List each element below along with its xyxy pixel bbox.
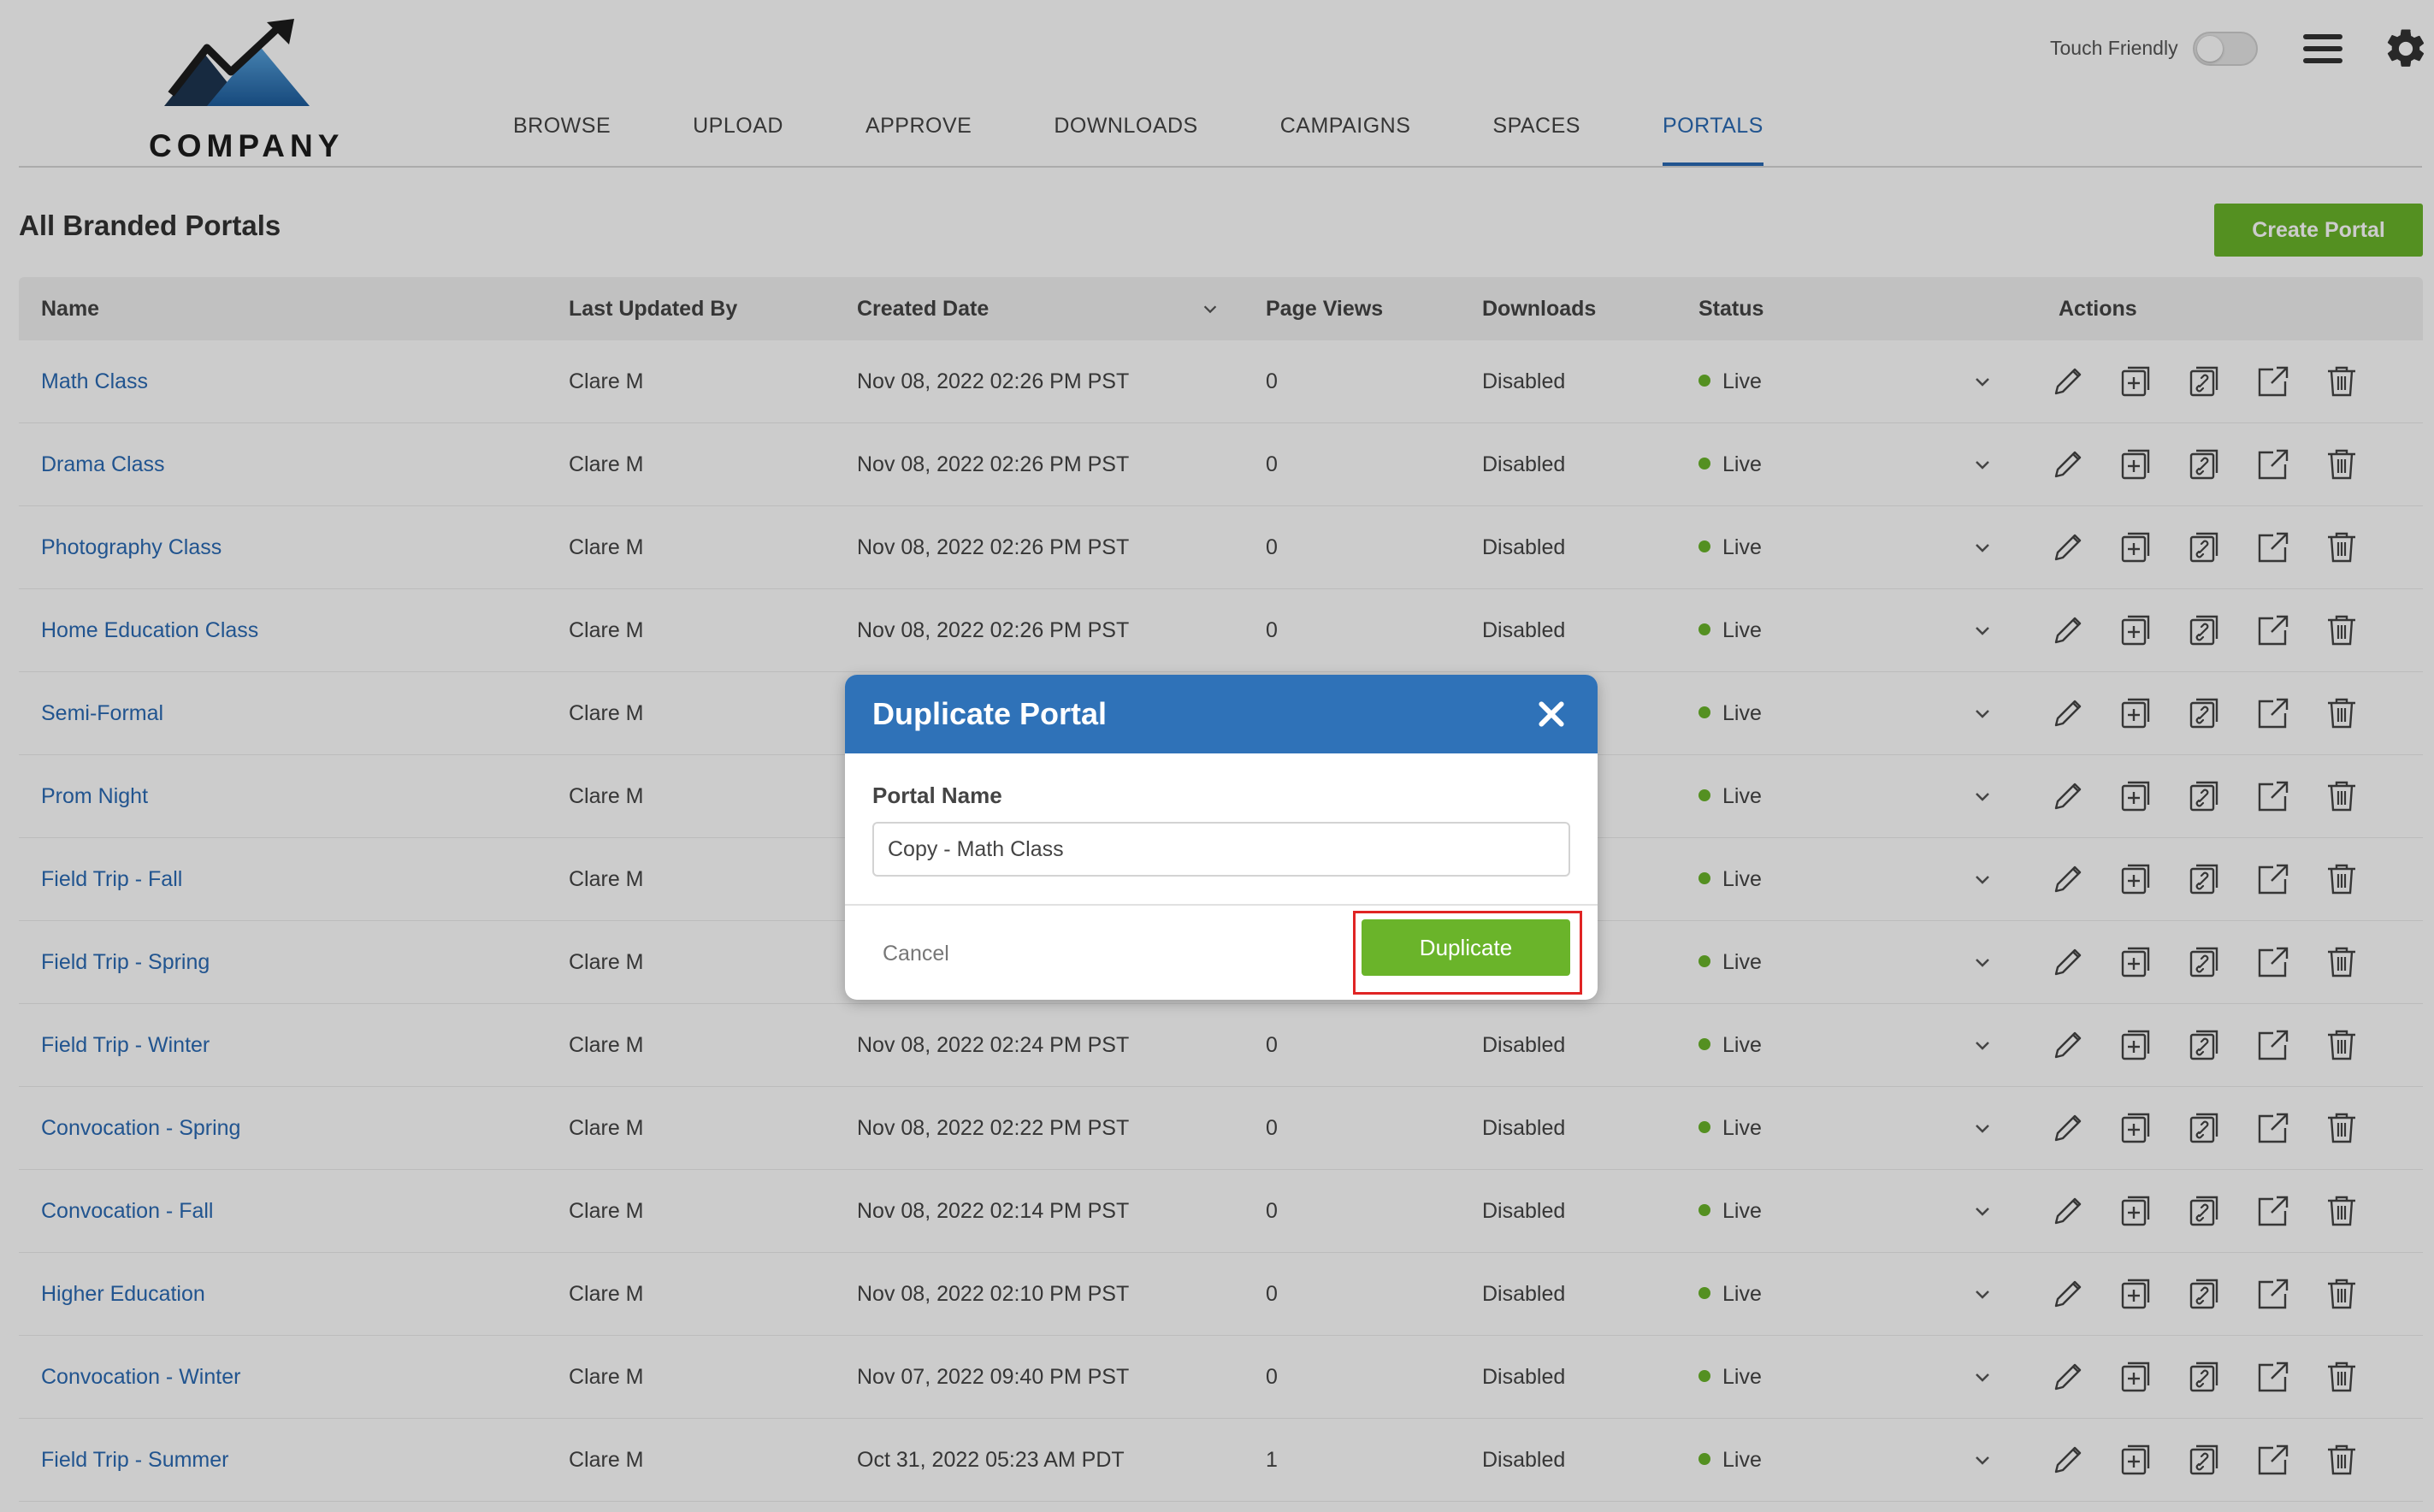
modal-title: Duplicate Portal [872, 696, 1108, 731]
portal-name-label: Portal Name [872, 783, 1002, 808]
duplicate-button[interactable]: Duplicate [1362, 919, 1570, 976]
cancel-button[interactable]: Cancel [883, 928, 949, 979]
duplicate-portal-modal: Duplicate Portal Portal Name Cancel Dupl… [845, 675, 1598, 1000]
modal-header: Duplicate Portal [845, 675, 1598, 753]
portal-name-input[interactable] [872, 822, 1570, 877]
close-icon[interactable] [1534, 697, 1569, 731]
modal-divider [845, 904, 1598, 906]
page: COMPANY BROWSE UPLOAD APPROVE DOWNLOADS … [0, 0, 2434, 1512]
